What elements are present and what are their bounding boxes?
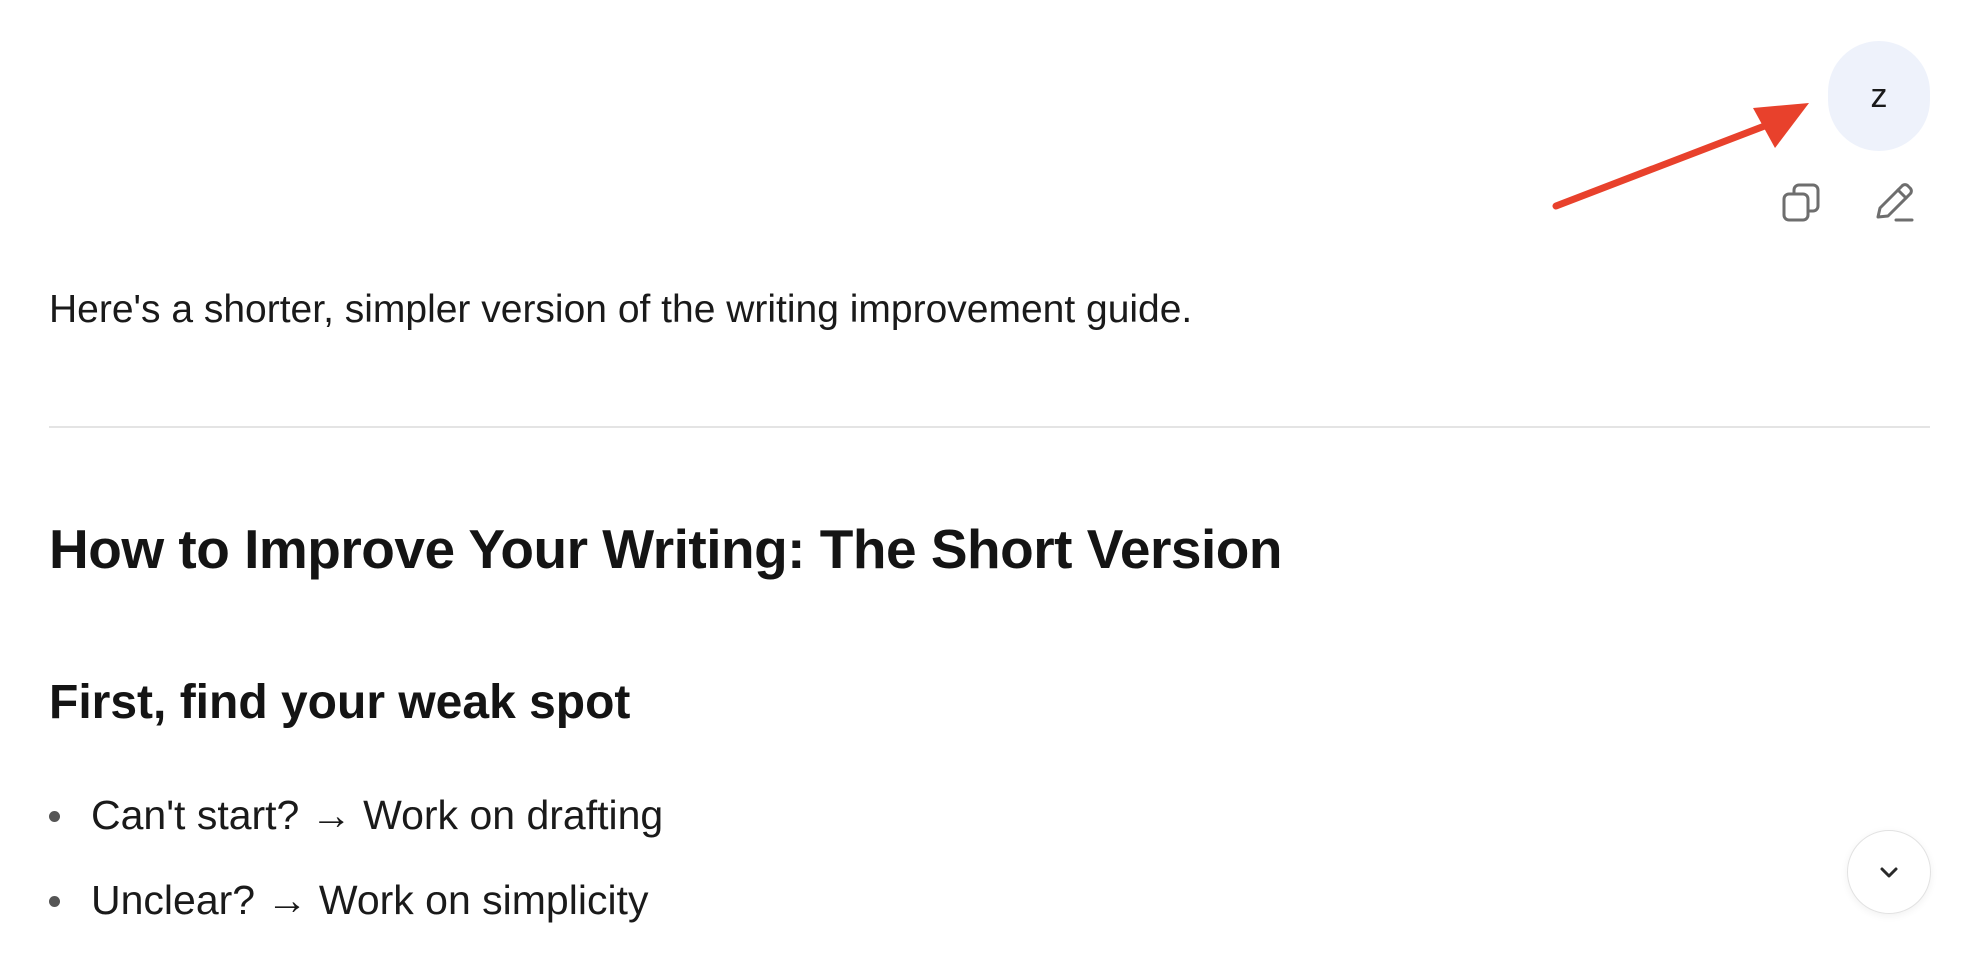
list-item: Can't start? → Work on drafting <box>49 785 663 870</box>
chat-page: z Here's a shorter, simpler version of t… <box>0 0 1984 958</box>
response-intro: Here's a shorter, simpler version of the… <box>49 288 1193 331</box>
pencil-icon <box>1876 183 1914 222</box>
bullet-dot <box>49 811 60 822</box>
avatar-initial: z <box>1870 76 1888 115</box>
bullet-list: Can't start? → Work on drafting Unclear?… <box>49 785 663 955</box>
response-title: How to Improve Your Writing: The Short V… <box>49 518 1282 580</box>
edit-button[interactable] <box>1866 175 1922 231</box>
list-item-text: Can't start? → Work on drafting <box>91 792 664 838</box>
scroll-to-bottom-button[interactable] <box>1847 830 1931 914</box>
user-avatar[interactable]: z <box>1828 41 1930 151</box>
divider <box>49 426 1930 428</box>
list-item: Unclear? → Work on simplicity <box>49 870 663 955</box>
section-heading: First, find your weak spot <box>49 676 631 729</box>
bullet-dot <box>49 896 60 907</box>
copy-icon <box>1782 183 1820 222</box>
copy-button[interactable] <box>1773 175 1829 231</box>
chevron-down-icon <box>1880 867 1898 878</box>
list-item-text: Unclear? → Work on simplicity <box>91 877 649 923</box>
